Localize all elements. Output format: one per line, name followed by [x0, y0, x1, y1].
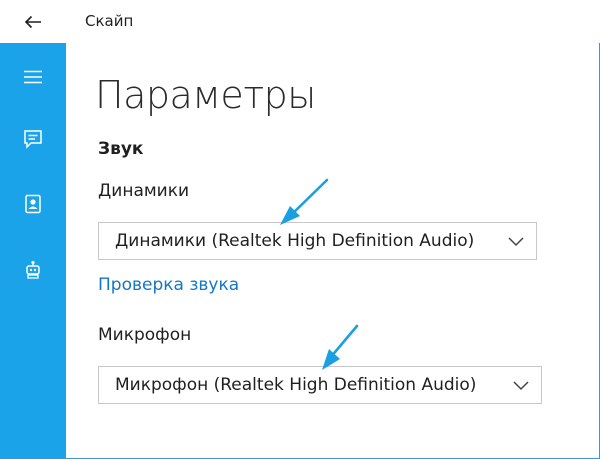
section-title-sound: Звук: [98, 139, 144, 159]
annotation-arrow: [322, 324, 359, 370]
bot-icon: [26, 260, 40, 279]
speakers-select-value: Динамики (Realtek High Definition Audio): [115, 231, 475, 251]
chevron-down-icon: [508, 237, 524, 247]
title-bar: Скайп: [0, 0, 600, 43]
sidebar-chats-button[interactable]: [0, 119, 66, 159]
microphone-label: Микрофон: [98, 325, 192, 345]
chevron-down-icon: [513, 381, 529, 391]
settings-content: Параметры Звук Динамики Динамики (Realte…: [66, 43, 600, 459]
chat-icon: [24, 130, 42, 149]
contacts-icon: [25, 194, 41, 214]
sidebar: [0, 43, 66, 459]
sidebar-menu-button[interactable]: [0, 57, 66, 97]
page-title: Параметры: [95, 73, 316, 117]
back-button[interactable]: [0, 0, 66, 43]
app-title: Скайп: [85, 12, 134, 30]
sidebar-contacts-button[interactable]: [0, 184, 66, 224]
speakers-label: Динамики: [98, 181, 190, 201]
sound-check-link[interactable]: Проверка звука: [98, 275, 239, 295]
back-arrow-icon: [24, 15, 41, 28]
sidebar-bots-button[interactable]: [0, 250, 66, 290]
annotation-arrow: [280, 178, 329, 225]
microphone-select-value: Микрофон (Realtek High Definition Audio): [115, 375, 477, 395]
hamburger-menu-icon: [24, 70, 42, 84]
